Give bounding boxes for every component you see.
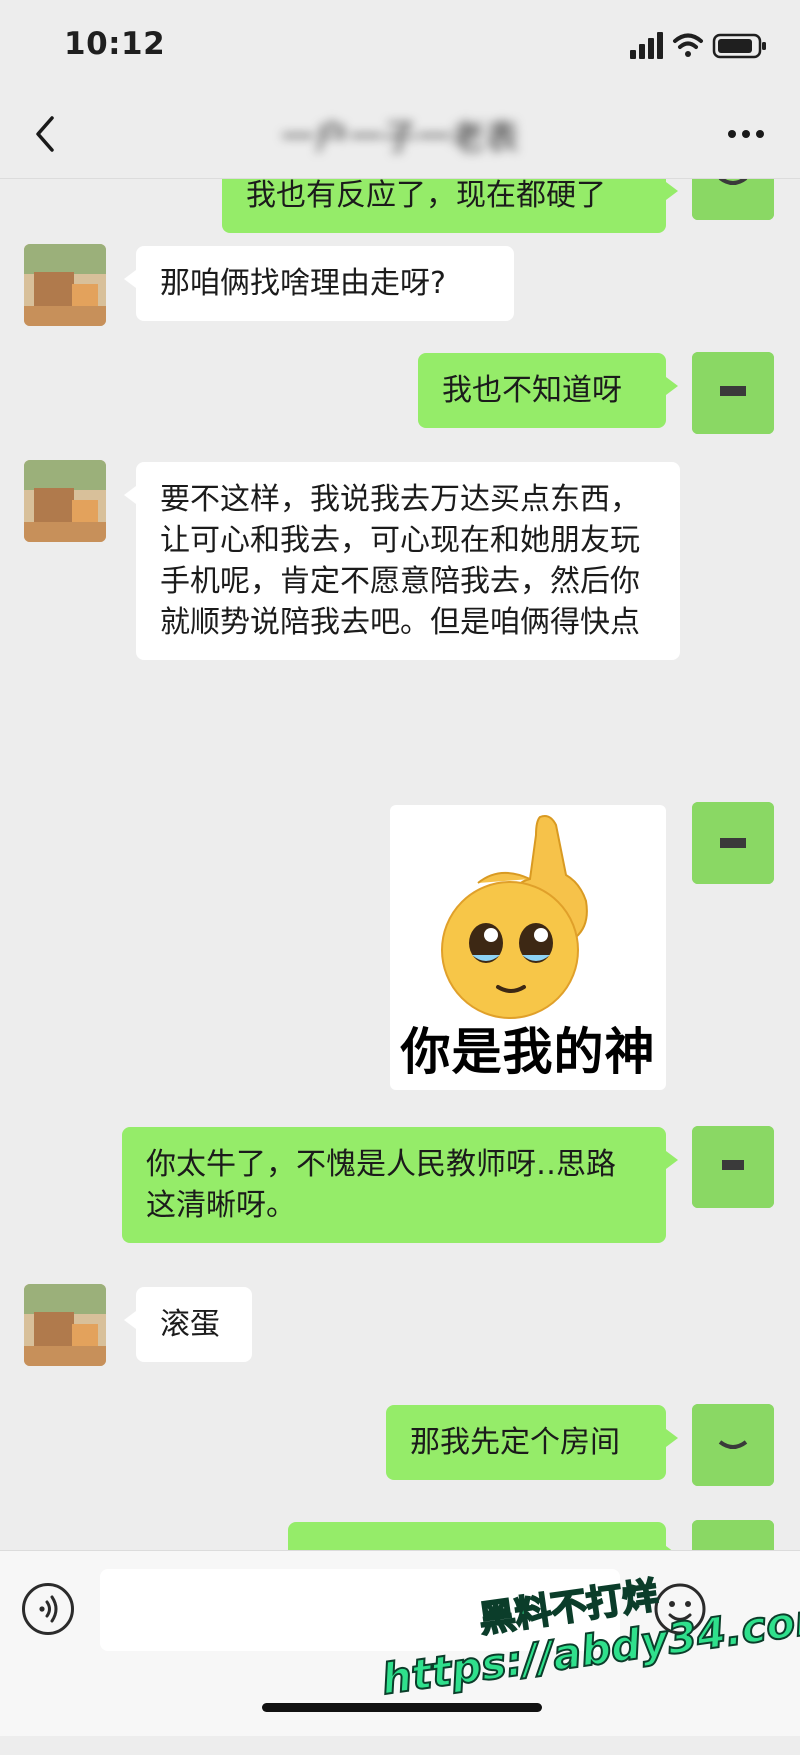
voice-icon — [39, 1595, 58, 1623]
message-bubble-sent-partial[interactable] — [288, 1522, 678, 1550]
message-input[interactable] — [100, 1569, 620, 1651]
emoji-icon[interactable] — [650, 1579, 710, 1639]
more-icon[interactable] — [722, 114, 770, 154]
voice-button[interactable] — [22, 1583, 74, 1635]
message-bubble-received[interactable]: 要不这样，我说我去万达买点东西，让可心和我去，可心现在和她朋友玩手机呢，肯定不愿… — [124, 462, 680, 660]
my-avatar[interactable] — [692, 352, 774, 434]
back-icon[interactable] — [26, 112, 66, 156]
my-avatar[interactable] — [692, 1126, 774, 1208]
message-bubble-received[interactable]: 那咱俩找啥理由走呀? — [124, 246, 514, 321]
status-time: 10:12 — [64, 26, 166, 62]
message-text: 滚蛋 — [160, 1307, 220, 1342]
battery-icon — [712, 33, 766, 59]
chat-title: 一户一子一老表 — [281, 118, 519, 158]
message-text: 你太牛了，不愧是人民教师呀‥思路这清晰呀。 — [146, 1147, 617, 1223]
my-avatar[interactable] — [692, 1404, 774, 1486]
message-bubble-sent[interactable]: 你太牛了，不愧是人民教师呀‥思路这清晰呀。 — [122, 1127, 678, 1243]
status-icons — [630, 32, 766, 59]
contact-avatar[interactable] — [24, 460, 106, 542]
pleading-face-emoji-icon — [441, 815, 588, 1019]
message-text: 要不这样，我说我去万达买点东西，让可心和我去，可心现在和她朋友玩手机呢，肯定不愿… — [160, 482, 640, 640]
message-list[interactable]: 我也有反应了，现在都硬了 那咱俩找啥理由走呀? 我也不知道呀 要不这样，我说我去… — [0, 160, 800, 1550]
message-bubble-sent[interactable]: 那我先定个房间 — [386, 1405, 678, 1480]
message-bubble-received[interactable]: 滚蛋 — [124, 1287, 252, 1362]
chat-header: 一户一子一老表 — [0, 90, 800, 179]
contact-avatar[interactable] — [24, 1284, 106, 1366]
message-text: 那咱俩找啥理由走呀? — [160, 266, 446, 301]
sticker-message[interactable]: 你是我的神 — [390, 805, 666, 1090]
status-bar: 10:12 — [0, 0, 800, 90]
wifi-icon — [673, 33, 703, 57]
home-indicator — [262, 1703, 542, 1712]
message-text: 我也有反应了，现在都硬了 — [246, 178, 606, 213]
contact-avatar[interactable] — [24, 244, 106, 326]
sticker-caption: 你是我的神 — [400, 1023, 656, 1081]
my-avatar[interactable] — [692, 1520, 774, 1550]
message-bubble-sent[interactable]: 我也不知道呀 — [418, 353, 678, 428]
message-text: 我也不知道呀 — [442, 373, 622, 408]
message-text: 那我先定个房间 — [410, 1425, 620, 1460]
my-avatar[interactable] — [692, 802, 774, 884]
signal-icon — [630, 32, 663, 59]
